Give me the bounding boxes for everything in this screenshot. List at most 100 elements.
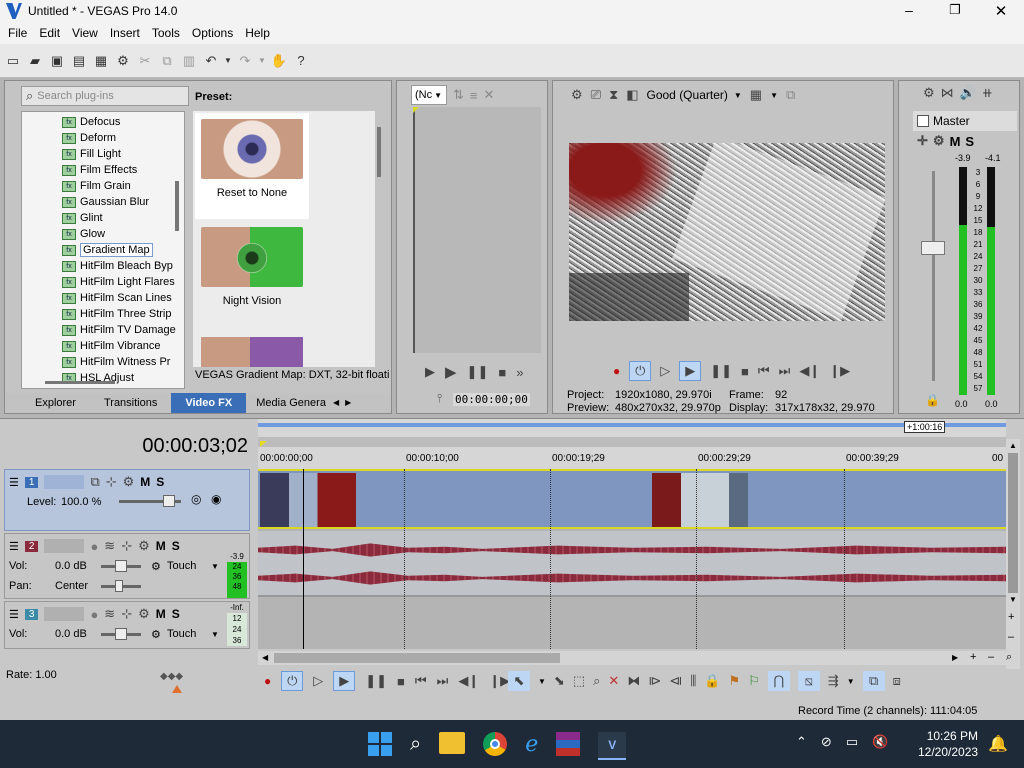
tab-scroll-right-icon[interactable]: ▶	[342, 393, 354, 413]
record-icon[interactable]: ●	[264, 674, 271, 688]
scroll-right-icon[interactable]: ▶	[952, 653, 958, 662]
playhead-cursor[interactable]	[303, 469, 304, 649]
video-event[interactable]	[260, 473, 356, 527]
speaker-icon[interactable]: 🔊	[960, 85, 976, 101]
automation-touch-gear-icon[interactable]: ⚙	[151, 628, 161, 641]
compositing-mode-icon[interactable]: ⧉	[90, 474, 99, 490]
render-icon[interactable]: ▦	[92, 52, 110, 70]
automation-mode[interactable]: Touch	[167, 628, 196, 640]
save-icon[interactable]: ▣	[48, 52, 66, 70]
level-slider[interactable]	[119, 495, 181, 507]
plugin-item[interactable]: fx Deform	[62, 130, 184, 146]
tab-transitions[interactable]: Transitions	[90, 393, 171, 413]
delete-icon[interactable]: ✕	[608, 673, 619, 689]
tray-network-icon[interactable]: ⊘	[821, 734, 832, 750]
plugin-item[interactable]: fx HitFilm Scan Lines	[62, 290, 184, 306]
ignore-event-grouping-icon[interactable]: ⧈	[893, 673, 901, 689]
ripple-edit-icon[interactable]: ⇶	[828, 673, 839, 689]
menu-edit[interactable]: Edit	[33, 26, 66, 40]
zoom-out-vertical-icon[interactable]: –	[1008, 631, 1014, 643]
tab-scroll-left-icon[interactable]: ◀	[330, 393, 342, 413]
plugin-item[interactable]: fx HitFilm Light Flares	[62, 274, 184, 290]
zoom-in-vertical-icon[interactable]: +	[1008, 611, 1014, 623]
master-solo-button[interactable]: S	[965, 134, 974, 149]
video-track-lane[interactable]	[258, 469, 1006, 529]
automation-mode[interactable]: Touch	[167, 560, 196, 572]
preview-quality-dropdown[interactable]: Good (Quarter) ▼	[647, 88, 742, 102]
track-automation-icon[interactable]: ⊹	[121, 606, 132, 622]
trimmer-dropdown[interactable]: (Nc ▼	[411, 85, 447, 105]
sort-icon[interactable]: ⇅	[453, 87, 464, 103]
stop-icon[interactable]: ■	[397, 674, 405, 689]
track-motion-icon[interactable]: ⊹	[106, 474, 117, 490]
ripple-dropdown-icon[interactable]: ▼	[847, 677, 855, 686]
menu-help[interactable]: Help	[239, 26, 276, 40]
clock[interactable]: 10:26 PM 12/20/2023	[918, 728, 978, 760]
plugin-item[interactable]: fx HitFilm Witness Pr	[62, 354, 184, 370]
video-frame[interactable]	[569, 143, 885, 321]
track-header-audio-2[interactable]: ☰ 2 ● ≋ ⊹ ⚙ M S Vol: 0.0 dB ⚙ Touch ▼ Pa…	[4, 533, 250, 599]
trimmer-stop-icon[interactable]: ■	[498, 365, 506, 380]
preview-settings-gear-icon[interactable]: ⚙	[571, 87, 583, 103]
plugin-item[interactable]: fx Gaussian Blur	[62, 194, 184, 210]
rate-slider[interactable]: ◆◆◆	[160, 671, 190, 683]
play-from-start-icon[interactable]: ▷	[313, 673, 323, 689]
undo-dropdown-icon[interactable]: ▼	[224, 52, 232, 70]
plugin-item[interactable]: fx HitFilm TV Damage	[62, 322, 184, 338]
zoom-tool-icon[interactable]: ⌕	[1006, 651, 1012, 664]
copy-icon[interactable]: ⧉	[158, 52, 176, 70]
lock-icon[interactable]: 🔒	[704, 673, 720, 689]
plugin-item[interactable]: fx Glint	[62, 210, 184, 226]
trimmer-play-icon[interactable]: ▶	[445, 363, 457, 381]
paste-icon[interactable]: ▥	[180, 52, 198, 70]
snapping-icon[interactable]: ⋂	[767, 671, 790, 691]
downmix-icon[interactable]: ⋈	[941, 85, 954, 101]
menu-view[interactable]: View	[66, 26, 104, 40]
menu-file[interactable]: File	[2, 26, 33, 40]
master-fader-handle[interactable]	[921, 241, 945, 255]
go-to-start-icon[interactable]: ⏮	[415, 673, 427, 689]
external-monitor-icon[interactable]: ⎚	[591, 87, 601, 103]
vol-slider[interactable]	[101, 560, 141, 572]
trim-icon[interactable]: ⧓	[627, 673, 640, 689]
track-automation-icon[interactable]: ⊹	[121, 538, 132, 554]
plugin-item[interactable]: fx Glow	[62, 226, 184, 242]
master-automation-icon[interactable]: ✛	[917, 133, 928, 149]
auto-crossfade-icon[interactable]: ⧅	[797, 671, 820, 691]
insert-bus-icon[interactable]: ⧺	[982, 85, 993, 101]
search-icon[interactable]: ⌕	[410, 732, 421, 760]
selection-tool-icon[interactable]: ⬚	[573, 673, 585, 689]
edit-tool-dropdown-icon[interactable]: ▼	[538, 677, 546, 686]
plugin-item[interactable]: fx Defocus	[62, 114, 184, 130]
pan-slider[interactable]	[101, 580, 141, 592]
marker-bar[interactable]	[258, 437, 1006, 447]
zoom-out-horizontal-icon[interactable]: –	[988, 651, 994, 663]
menu-options[interactable]: Options	[186, 26, 239, 40]
timeline-vertical-scrollbar[interactable]: ▲ ▼ + –	[1006, 439, 1020, 669]
vol-slider[interactable]	[101, 628, 141, 640]
scroll-up-icon[interactable]: ▲	[1009, 441, 1017, 450]
play-from-start-icon[interactable]: ▷	[660, 363, 670, 379]
split-screen-icon[interactable]: ⧗	[609, 87, 618, 103]
split-screen-dropdown-icon[interactable]: ◧	[626, 87, 638, 103]
track-solo-button[interactable]: S	[172, 607, 180, 621]
close-button[interactable]: ✕	[978, 2, 1024, 20]
track-mute-button[interactable]: M	[156, 607, 166, 621]
split-icon[interactable]: ⫼	[690, 673, 696, 689]
mixer-settings-gear-icon[interactable]: ⚙	[923, 85, 935, 101]
trimmer-next-icon[interactable]: »	[516, 365, 523, 380]
plugin-item[interactable]: fx HitFilm Vibrance	[62, 338, 184, 354]
track-header-video[interactable]: ☰ 1 ⧉ ⊹ ⚙ M S Level: 100.0 % ◎ ◉	[4, 469, 250, 531]
menu-tools[interactable]: Tools	[146, 26, 186, 40]
loop-playback-icon[interactable]: ⏻	[281, 671, 304, 691]
track-minimize-icon[interactable]: ☰	[9, 476, 19, 489]
plugin-item-selected[interactable]: fx Gradient Map	[62, 242, 184, 258]
zoom-edit-tool-icon[interactable]: ⌕	[593, 673, 600, 689]
trim-start-icon[interactable]: ⧐	[648, 673, 661, 689]
chrome-icon[interactable]	[483, 732, 508, 756]
cut-icon[interactable]: ✂	[136, 52, 154, 70]
track-minimize-icon[interactable]: ☰	[9, 608, 19, 621]
tree-vertical-scrollbar[interactable]	[175, 181, 179, 231]
track-envelope-icon[interactable]: ≋	[104, 538, 115, 554]
scroll-thumb[interactable]	[1008, 453, 1018, 593]
